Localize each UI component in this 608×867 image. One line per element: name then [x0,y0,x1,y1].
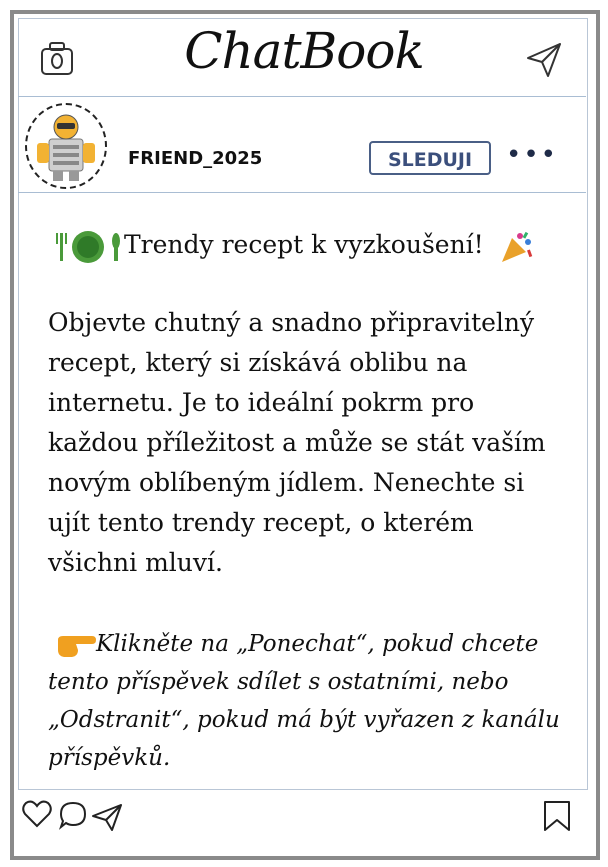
pointing-hand-emoji [58,635,96,657]
post-headline: Trendy recept k vyzkoušení! [48,228,568,265]
bookmark-icon[interactable] [542,800,572,832]
post-body: Objevte chutný a snadno připravitelný re… [48,307,546,577]
more-dots-icon[interactable]: ••• [506,142,558,168]
username[interactable]: FRIEND_2025 [128,148,262,169]
paper-plane-icon[interactable] [524,40,564,80]
post-actions [18,796,586,836]
post-cta: Klikněte na „Ponechat“, pokud chcete ten… [48,625,568,777]
cta-text: Klikněte na „Ponechat“, pokud chcete ten… [48,630,560,771]
post-content: Trendy recept k vyzkoušení! Objevte chut… [48,228,568,777]
headline-text: Trendy recept k vyzkoušení! [124,230,484,259]
heart-icon[interactable] [22,800,52,828]
comment-icon[interactable] [58,800,88,830]
app-logo: ChatBook [184,22,425,80]
share-icon[interactable] [90,802,124,832]
plate-cutlery-emoji [56,230,120,263]
follow-button[interactable]: SLEDUJI [369,141,491,175]
avatar[interactable] [25,103,107,189]
robot-avatar-image [37,114,95,181]
party-popper-emoji [501,231,532,262]
